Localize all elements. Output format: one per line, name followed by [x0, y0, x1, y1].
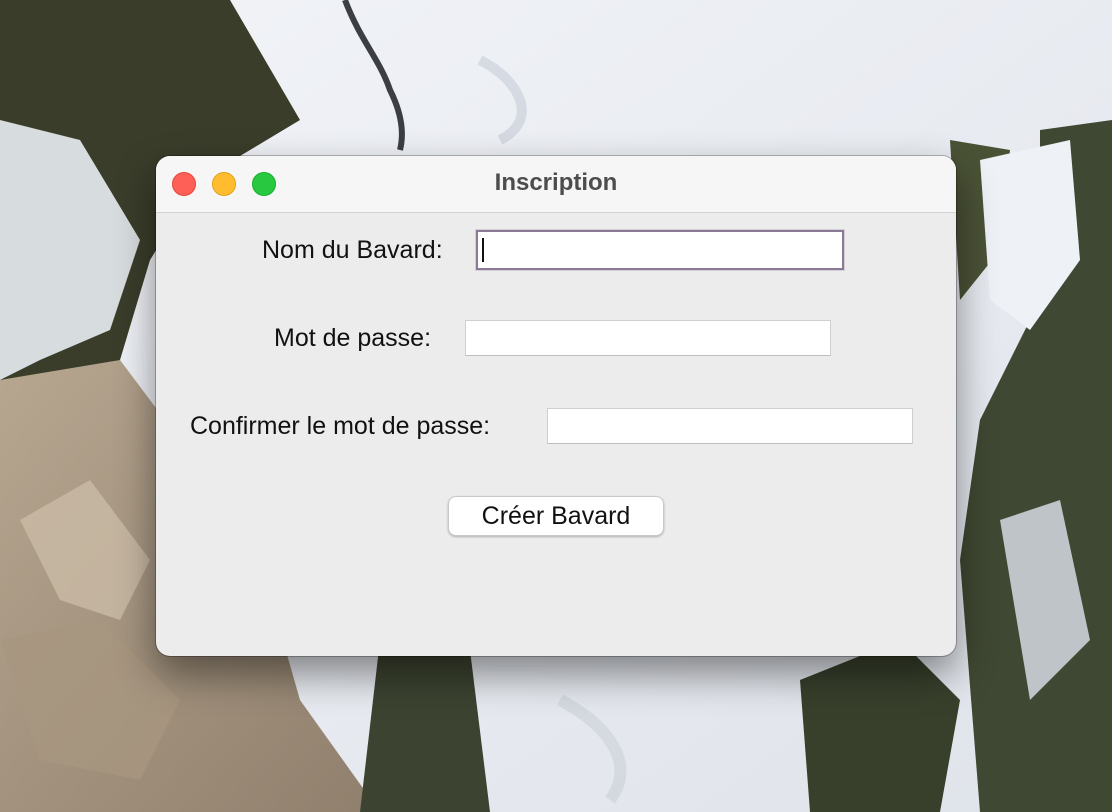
- username-label: Nom du Bavard:: [262, 236, 443, 264]
- password-input[interactable]: [465, 320, 831, 356]
- window-title: Inscription: [494, 169, 618, 196]
- text-caret: [482, 238, 484, 262]
- inscription-window: Inscription Nom du Bavard: Mot de passe:…: [156, 156, 956, 656]
- confirm-password-label: Confirmer le mot de passe:: [190, 412, 491, 440]
- confirm-password-input[interactable]: [547, 408, 913, 444]
- password-label: Mot de passe:: [274, 324, 432, 352]
- desktop: Inscription Nom du Bavard: Mot de passe:…: [0, 0, 1112, 812]
- username-input[interactable]: [476, 230, 844, 270]
- window-titlebar[interactable]: Inscription: [156, 156, 956, 213]
- create-bavard-button[interactable]: Créer Bavard: [448, 496, 664, 536]
